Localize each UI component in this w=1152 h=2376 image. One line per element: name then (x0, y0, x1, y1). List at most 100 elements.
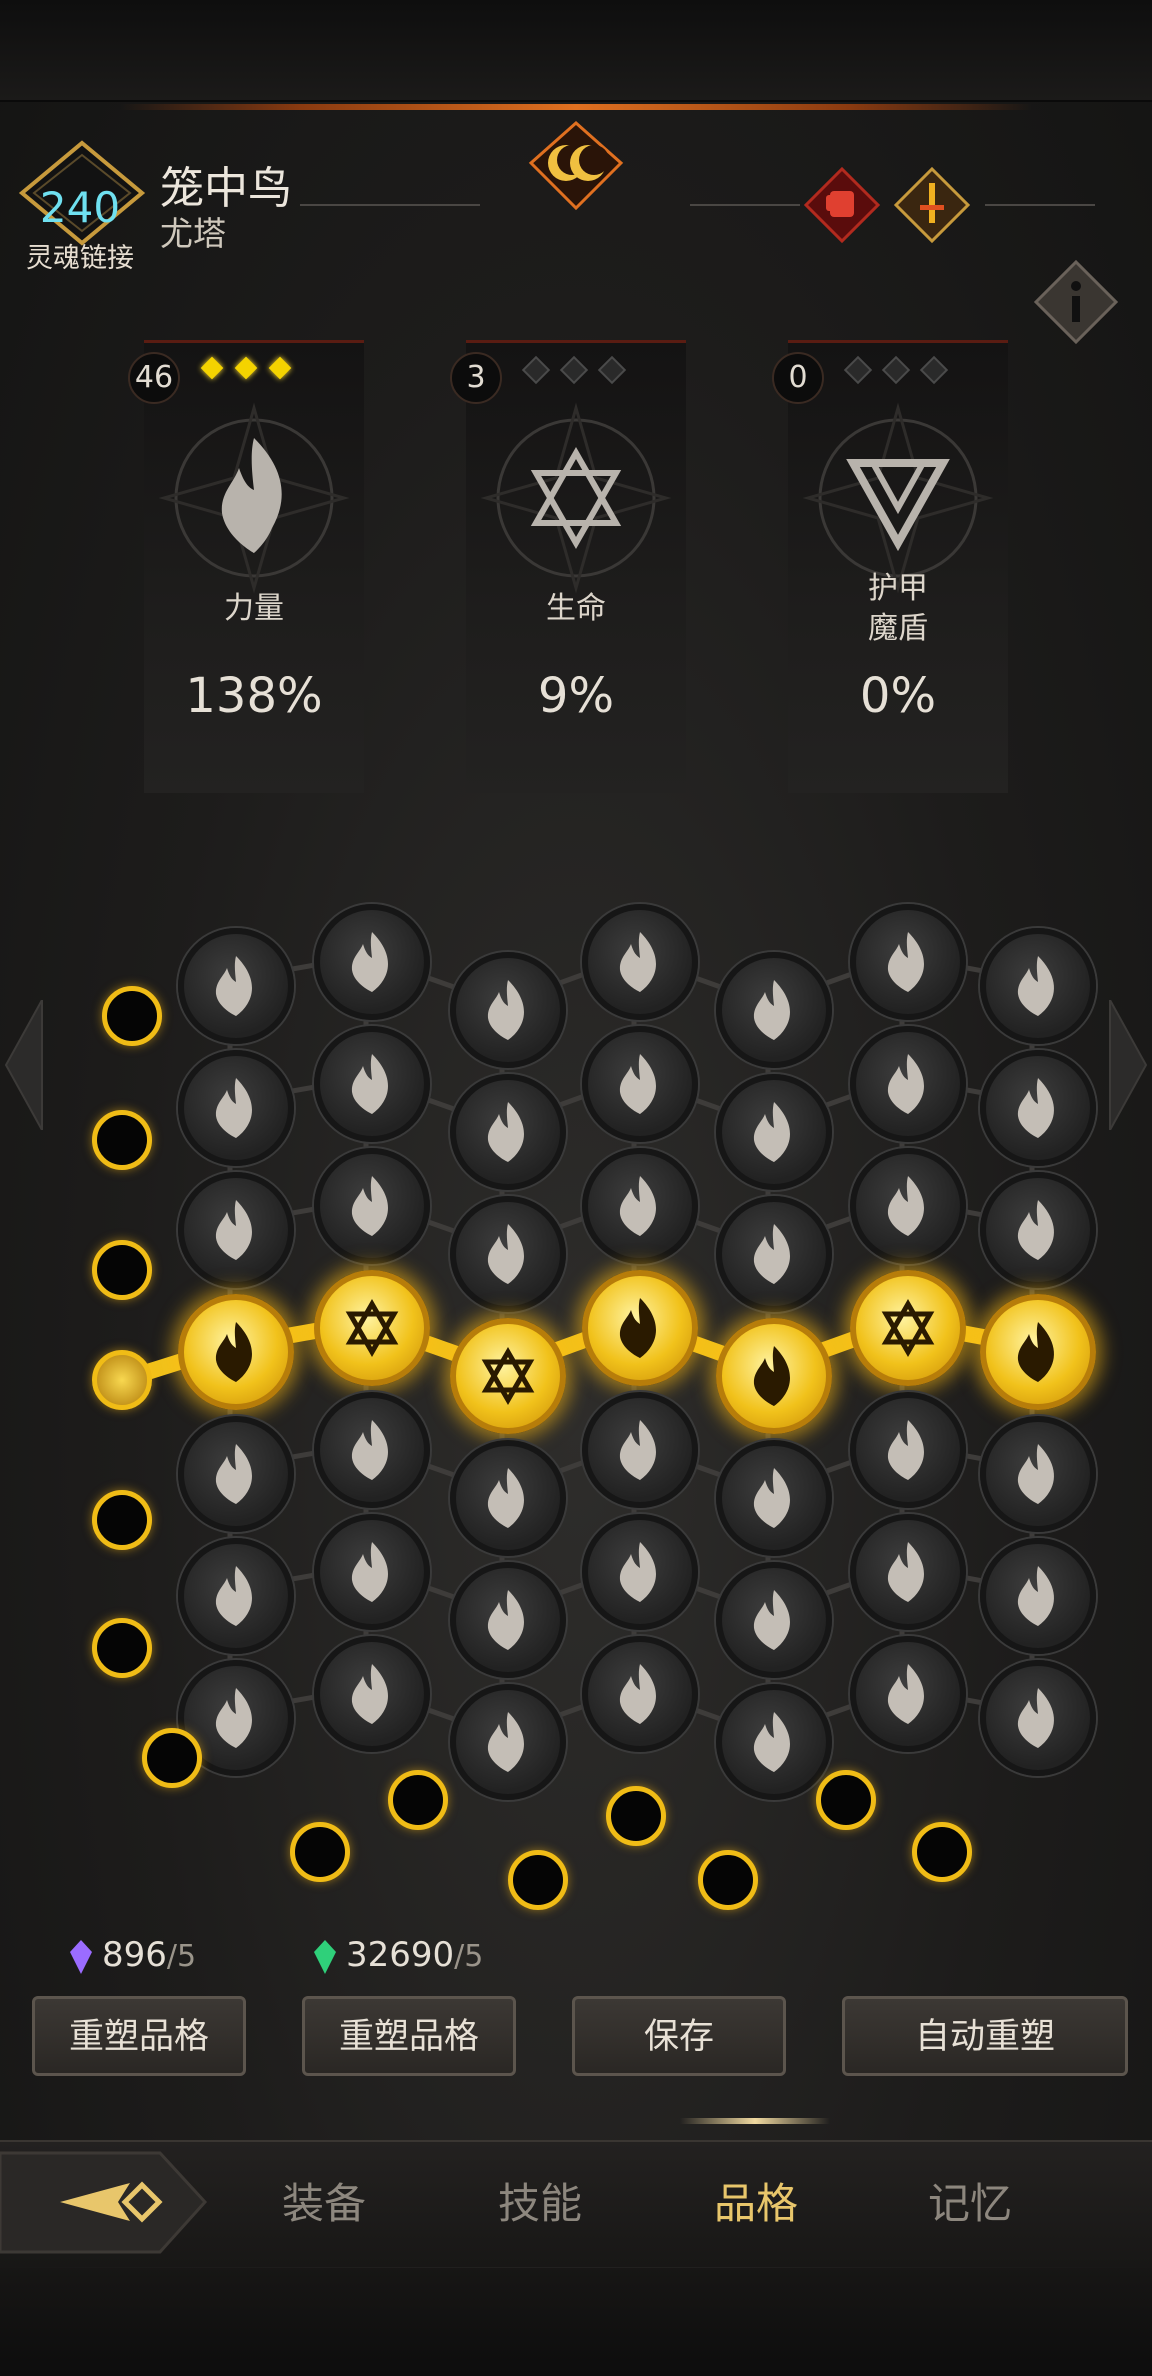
soul-link-label: 灵魂链接 (26, 243, 134, 274)
trait-node[interactable] (450, 952, 566, 1068)
trait-node[interactable] (850, 1026, 966, 1142)
trait-node[interactable] (850, 1392, 966, 1508)
trait-node-active[interactable] (314, 1270, 430, 1386)
divider (985, 204, 1095, 206)
trait-node[interactable] (178, 1172, 294, 1288)
tab-memory[interactable]: 记忆 (928, 2170, 1012, 2231)
flame-icon (753, 1346, 790, 1406)
empty-socket[interactable] (92, 1490, 152, 1550)
stat-label: 力量 (224, 591, 284, 626)
trait-node[interactable] (716, 952, 832, 1068)
trait-node[interactable] (450, 1196, 566, 1312)
tab-skills[interactable]: 技能 (498, 2170, 582, 2231)
character-subtitle: 尤塔 (160, 214, 226, 253)
trait-node[interactable] (716, 1074, 832, 1190)
trait-node-active[interactable] (582, 1270, 698, 1386)
trait-node[interactable] (450, 1562, 566, 1678)
trait-node[interactable] (980, 928, 1096, 1044)
flame-icon (487, 1224, 524, 1284)
trait-node-active[interactable] (450, 1318, 566, 1434)
empty-socket[interactable] (102, 986, 162, 1046)
empty-socket[interactable] (92, 1240, 152, 1300)
stat-gems (521, 355, 627, 385)
trait-node[interactable] (178, 1416, 294, 1532)
trait-node[interactable] (716, 1684, 832, 1800)
trait-node[interactable] (450, 1440, 566, 1556)
trait-node[interactable] (582, 1636, 698, 1752)
flame-icon (351, 932, 388, 992)
trait-node[interactable] (314, 1514, 430, 1630)
flame-icon (619, 1664, 656, 1724)
trait-node[interactable] (450, 1074, 566, 1190)
trait-node[interactable] (178, 1050, 294, 1166)
trait-node[interactable] (980, 1172, 1096, 1288)
reshape-button-2[interactable]: 重塑品格 (302, 1996, 516, 2076)
trait-node[interactable] (850, 904, 966, 1020)
trait-node-active[interactable] (850, 1270, 966, 1386)
path-start-socket[interactable] (92, 1350, 152, 1410)
trait-node[interactable] (980, 1416, 1096, 1532)
trait-node[interactable] (582, 1148, 698, 1264)
stat-gems (200, 356, 292, 380)
gem-slot-empty (919, 355, 949, 385)
auto-reshape-button[interactable]: 自动重塑 (842, 1996, 1128, 2076)
trait-node[interactable] (582, 904, 698, 1020)
trait-node[interactable] (980, 1660, 1096, 1776)
trait-node[interactable] (314, 1026, 430, 1142)
empty-socket[interactable] (816, 1770, 876, 1830)
stat-value: 9% (537, 668, 615, 724)
stat-gems (843, 355, 949, 385)
sword-class-icon[interactable] (892, 165, 972, 245)
trait-node[interactable] (850, 1148, 966, 1264)
reshape-button-1[interactable]: 重塑品格 (32, 1996, 246, 2076)
trait-node[interactable] (314, 1392, 430, 1508)
trait-node[interactable] (850, 1636, 966, 1752)
flame-icon (351, 1420, 388, 1480)
purple-crystal-counter: 896/5 (70, 1935, 196, 1975)
trait-node[interactable] (314, 904, 430, 1020)
trait-node[interactable] (582, 1514, 698, 1630)
empty-socket[interactable] (142, 1728, 202, 1788)
back-arrow-icon[interactable] (0, 2145, 210, 2260)
trait-node[interactable] (850, 1514, 966, 1630)
flame-icon (753, 1712, 790, 1772)
info-icon[interactable] (1032, 258, 1120, 346)
trait-node[interactable] (178, 1538, 294, 1654)
empty-socket[interactable] (606, 1786, 666, 1846)
empty-socket[interactable] (698, 1850, 758, 1910)
trait-node[interactable] (582, 1392, 698, 1508)
trait-node[interactable] (980, 1538, 1096, 1654)
save-button[interactable]: 保存 (572, 1996, 786, 2076)
empty-socket[interactable] (388, 1770, 448, 1830)
divider (300, 204, 480, 206)
flame-icon (619, 1542, 656, 1602)
tab-equipment[interactable]: 装备 (282, 2170, 366, 2231)
flame-icon (351, 1664, 388, 1724)
empty-socket[interactable] (290, 1822, 350, 1882)
fist-class-icon[interactable] (802, 165, 882, 245)
flame-icon (1017, 956, 1054, 1016)
trait-node[interactable] (178, 928, 294, 1044)
empty-socket[interactable] (92, 1110, 152, 1170)
green-crystal-counter: 32690/5 (314, 1935, 483, 1975)
trait-node-active[interactable] (980, 1294, 1096, 1410)
green-crystal-amount: 32690 (346, 1935, 455, 1975)
trait-node[interactable] (980, 1050, 1096, 1166)
trait-node[interactable] (582, 1026, 698, 1142)
trait-node[interactable] (314, 1148, 430, 1264)
trait-node-active[interactable] (716, 1318, 832, 1434)
trait-node-active[interactable] (178, 1294, 294, 1410)
tab-traits[interactable]: 品格 (714, 2170, 798, 2231)
empty-socket[interactable] (508, 1850, 568, 1910)
flame-icon (1017, 1322, 1054, 1382)
flame-icon (487, 1102, 524, 1162)
trait-node[interactable] (716, 1440, 832, 1556)
trait-node[interactable] (716, 1562, 832, 1678)
trait-node[interactable] (716, 1196, 832, 1312)
empty-socket[interactable] (912, 1822, 972, 1882)
stat-value: 138% (185, 668, 323, 724)
green-crystal-max: /5 (454, 1939, 484, 1974)
trait-node[interactable] (314, 1636, 430, 1752)
empty-socket[interactable] (92, 1618, 152, 1678)
trait-node[interactable] (450, 1684, 566, 1800)
